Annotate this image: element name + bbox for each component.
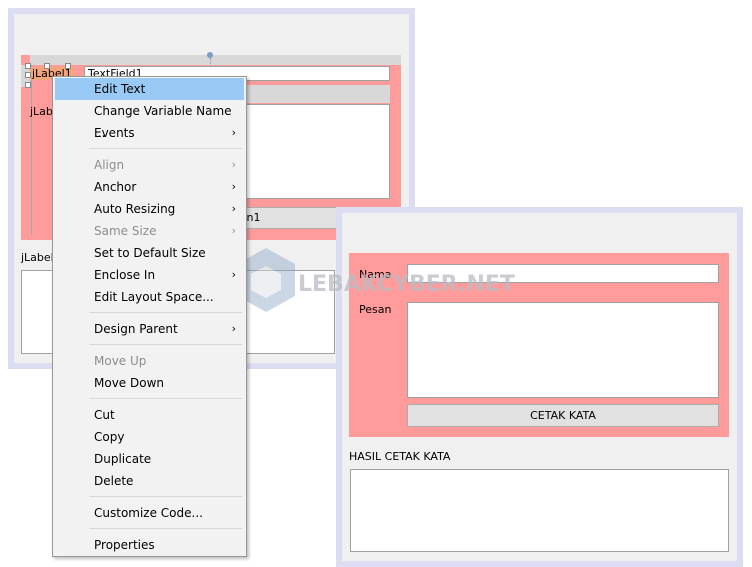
menu-separator [53, 308, 246, 318]
menu-item-change-variable-name[interactable]: Change Variable Name ... [55, 100, 244, 140]
designer-top-guide [30, 55, 401, 65]
menu-item-events[interactable]: Events › [55, 122, 244, 144]
menu-item-label: Auto Resizing [94, 202, 176, 216]
menu-separator [53, 340, 246, 350]
pesan-label: Pesan [359, 303, 392, 316]
menu-item-enclose-in[interactable]: Enclose In › [55, 264, 244, 286]
selection-handle[interactable] [25, 63, 31, 69]
menu-item-edit-text[interactable]: Edit Text [55, 78, 244, 100]
menu-item-move-up: Move Up [55, 350, 244, 372]
chevron-right-icon: › [231, 202, 236, 215]
menu-item-copy[interactable]: Copy [55, 426, 244, 448]
menu-item-label: Customize Code... [94, 506, 203, 520]
watermark-text: LEBAKCYBER.NET [298, 272, 515, 297]
menu-item-align: Align › [55, 154, 244, 176]
hasil-label: HASIL CETAK KATA [349, 450, 451, 463]
hasil-textarea[interactable] [350, 469, 729, 552]
menu-item-customize-code[interactable]: Customize Code... [55, 502, 244, 524]
chevron-right-icon: › [231, 322, 236, 335]
chevron-right-icon: › [231, 224, 236, 237]
menu-item-delete[interactable]: Delete [55, 470, 244, 492]
designer-guide-line [31, 65, 32, 235]
menu-item-label: Edit Layout Space... [94, 290, 214, 304]
menu-item-set-to-default-size[interactable]: Set to Default Size [55, 242, 244, 264]
menu-item-duplicate[interactable]: Duplicate [55, 448, 244, 470]
selection-handle[interactable] [25, 72, 31, 78]
selection-handle[interactable] [25, 82, 31, 88]
selection-handle[interactable] [65, 63, 71, 69]
menu-separator [53, 394, 246, 404]
menu-item-label: Align [94, 158, 125, 172]
menu-item-label: Enclose In [94, 268, 156, 282]
cetak-kata-label: CETAK KATA [530, 409, 596, 422]
chevron-right-icon: › [231, 268, 236, 281]
menu-item-label: Delete [94, 474, 134, 488]
menu-item-label: Events [94, 126, 135, 140]
menu-item-label: Design Parent [94, 322, 178, 336]
menu-separator [53, 524, 246, 534]
menu-item-label: Copy [94, 430, 125, 444]
menu-item-same-size: Same Size › [55, 220, 244, 242]
menu-item-label: Set to Default Size [94, 246, 206, 260]
menu-separator [53, 492, 246, 502]
chevron-right-icon: › [231, 158, 236, 171]
context-menu: Edit Text Change Variable Name ... Events ›… [52, 76, 247, 557]
menu-item-design-parent[interactable]: Design Parent › [55, 318, 244, 340]
pesan-textarea[interactable] [407, 302, 719, 398]
menu-item-label: Move Up [94, 354, 147, 368]
menu-item-cut[interactable]: Cut [55, 404, 244, 426]
menu-item-label: Duplicate [94, 452, 152, 466]
menu-item-label: Same Size [94, 224, 157, 238]
menu-item-label: Cut [94, 408, 115, 422]
menu-item-properties[interactable]: Properties [55, 534, 244, 556]
menu-item-label: Properties [94, 538, 155, 552]
menu-separator [53, 144, 246, 154]
menu-item-anchor[interactable]: Anchor › [55, 176, 244, 198]
menu-item-edit-layout-space[interactable]: Edit Layout Space... [55, 286, 244, 308]
chevron-right-icon: › [231, 180, 236, 193]
menu-item-auto-resizing[interactable]: Auto Resizing › [55, 198, 244, 220]
menu-item-label: Move Down [94, 376, 164, 390]
menu-item-label: Anchor [94, 180, 137, 194]
chevron-right-icon: › [231, 126, 236, 139]
cetak-kata-button[interactable]: CETAK KATA [407, 404, 719, 427]
menu-item-label: Edit Text [94, 82, 146, 96]
selection-handle[interactable] [44, 63, 50, 69]
menu-item-move-down[interactable]: Move Down [55, 372, 244, 394]
